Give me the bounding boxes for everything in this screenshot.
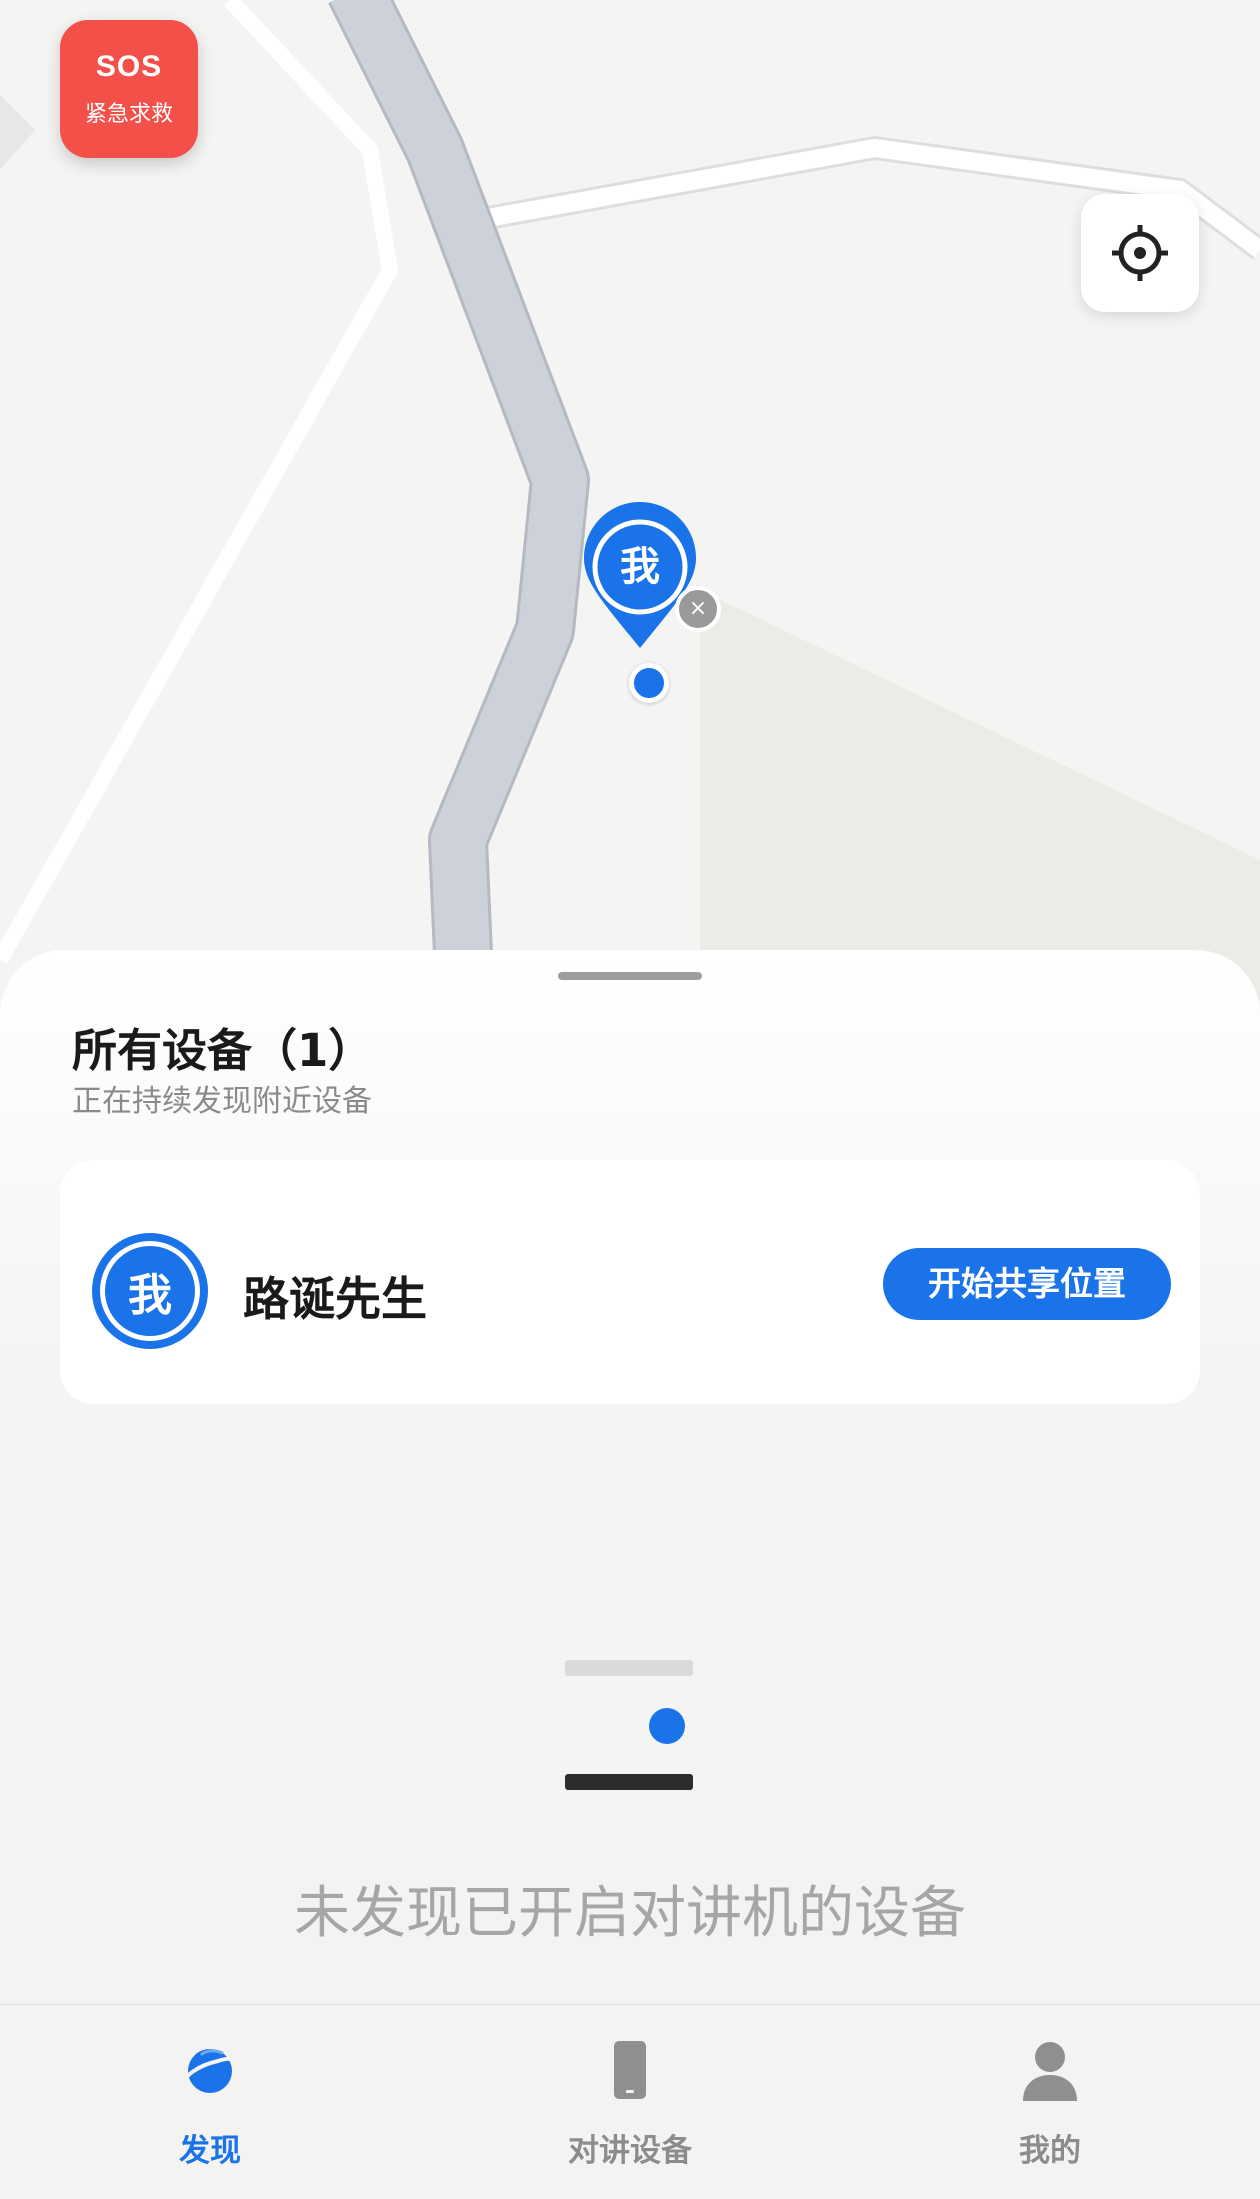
me-marker-label: 我: [620, 544, 660, 590]
avatar: 我: [92, 1233, 208, 1349]
devices-sheet: 所有设备（1） 正在持续发现附近设备 我 路诞先生 开始共享位置 未发现已开启对…: [0, 950, 1260, 2005]
sheet-title: 所有设备（1）: [72, 1024, 374, 1077]
tab-label: 发现: [179, 2133, 241, 2169]
device-card[interactable]: 我 路诞先生 开始共享位置: [60, 1160, 1200, 1404]
sheet-subtitle: 正在持续发现附近设备: [72, 1084, 372, 1119]
avatar-label: 我: [100, 1241, 200, 1341]
device-name: 路诞先生: [243, 1272, 427, 1326]
locate-me-button[interactable]: [1081, 194, 1199, 312]
map-view[interactable]: SOS 紧急求救 我 ×: [0, 0, 1260, 1000]
tab-walkie-devices[interactable]: 对讲设备: [520, 2005, 740, 2199]
close-icon[interactable]: ×: [675, 586, 721, 632]
my-location-marker[interactable]: 我 ×: [582, 500, 721, 650]
sos-subtitle: 紧急求救: [84, 102, 173, 127]
sos-title: SOS: [95, 50, 163, 83]
sos-button[interactable]: SOS 紧急求救: [60, 20, 198, 158]
start-sharing-location-button[interactable]: 开始共享位置: [883, 1248, 1171, 1320]
empty-state-text: 未发现已开启对讲机的设备: [294, 1881, 966, 1946]
location-dot: [629, 663, 669, 703]
phone-icon: [614, 2041, 646, 2099]
tab-mine[interactable]: 我的: [940, 2005, 1160, 2199]
tab-label: 对讲设备: [568, 2133, 692, 2169]
drag-handle[interactable]: [558, 972, 702, 980]
tab-discover[interactable]: 发现: [100, 2005, 320, 2199]
walkie-search-illustration: [565, 1660, 693, 1790]
person-icon: [1023, 2042, 1077, 2101]
crosshair-icon: [1112, 225, 1168, 281]
tab-label: 我的: [1019, 2133, 1081, 2169]
planet-icon: [182, 2049, 240, 2093]
bottom-tab-bar: 发现 对讲设备 我的: [0, 2004, 1260, 2199]
